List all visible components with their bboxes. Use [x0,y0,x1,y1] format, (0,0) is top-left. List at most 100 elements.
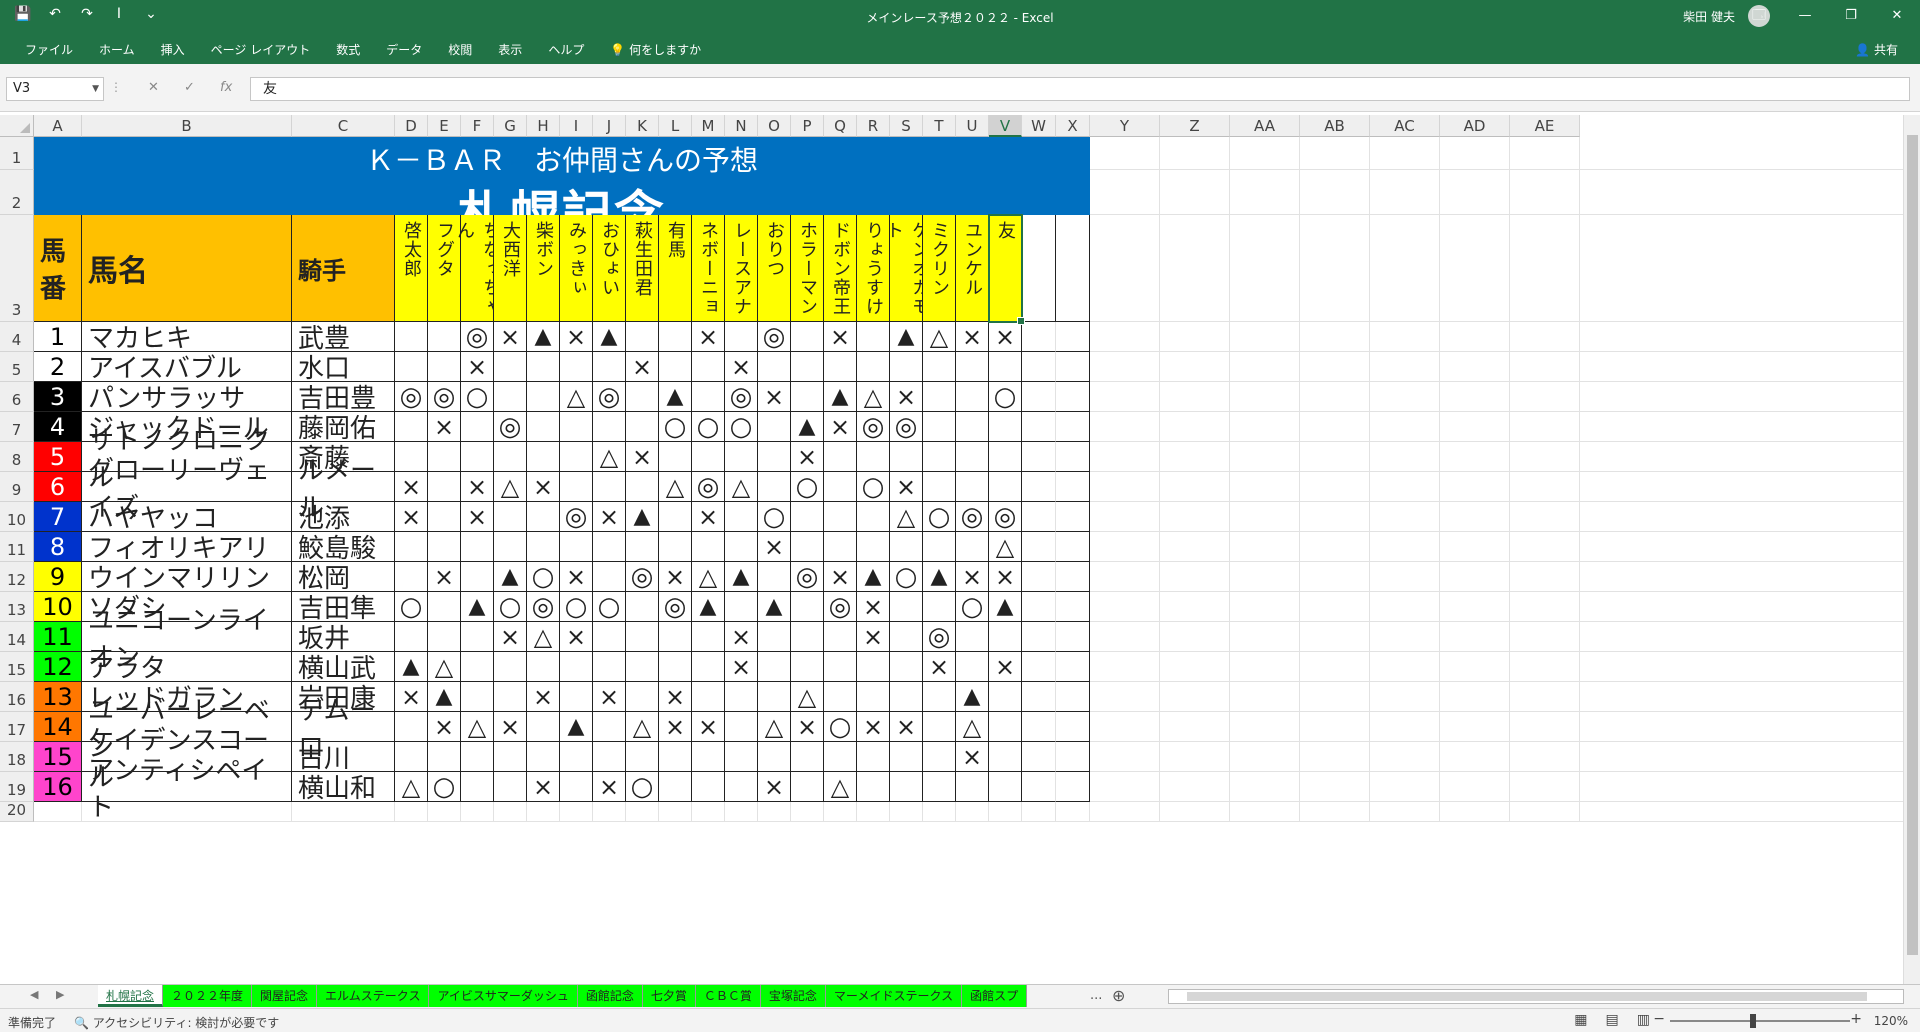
predictor-header[interactable]: ドボン帝王 [824,215,857,322]
empty-cell[interactable] [1022,742,1056,772]
column-header-X[interactable]: X [1056,115,1090,137]
prediction-mark[interactable]: × [857,622,890,652]
prediction-mark[interactable]: × [494,622,527,652]
sheet-tab[interactable]: 函館記念 [577,985,643,1007]
prediction-mark[interactable] [923,712,956,742]
empty-cell[interactable] [1056,442,1090,472]
prediction-mark[interactable]: ▲ [989,592,1022,622]
prediction-mark[interactable] [857,502,890,532]
prediction-mark[interactable]: ○ [593,592,626,622]
column-header-AD[interactable]: AD [1440,115,1510,137]
prediction-mark[interactable]: ▲ [659,382,692,412]
prediction-mark[interactable] [791,652,824,682]
horse-number[interactable]: 12 [34,652,82,682]
prediction-mark[interactable] [890,352,923,382]
prediction-mark[interactable]: × [395,502,428,532]
prediction-mark[interactable] [428,352,461,382]
prediction-mark[interactable] [593,562,626,592]
prediction-mark[interactable] [560,472,593,502]
prediction-mark[interactable]: × [428,712,461,742]
predictor-header[interactable]: 友 [989,215,1022,322]
sheet-tab[interactable]: 七夕賞 [642,985,696,1007]
prediction-mark[interactable]: × [791,442,824,472]
predictor-header[interactable]: 柴ボン [527,215,560,322]
zoom-in-button[interactable]: + [1850,1011,1862,1027]
predictor-header[interactable]: みっきぃ [560,215,593,322]
prediction-mark[interactable]: × [890,712,923,742]
prediction-mark[interactable] [494,442,527,472]
prediction-mark[interactable] [989,712,1022,742]
prediction-mark[interactable]: △ [758,712,791,742]
prediction-mark[interactable]: △ [923,322,956,352]
empty-cell[interactable] [1056,712,1090,742]
ribbon-tab-2[interactable]: 挿入 [148,41,198,58]
row-header-10[interactable]: 10 [0,502,34,532]
empty-cell[interactable] [1022,352,1056,382]
scroll-thumb[interactable] [1907,135,1918,955]
prediction-mark[interactable] [527,442,560,472]
prediction-mark[interactable]: ▲ [725,562,758,592]
prediction-mark[interactable]: × [395,682,428,712]
prediction-mark[interactable] [956,352,989,382]
prediction-mark[interactable] [593,712,626,742]
prediction-mark[interactable] [923,472,956,502]
column-header-N[interactable]: N [725,115,758,137]
prediction-mark[interactable]: × [626,442,659,472]
empty-cell[interactable] [1056,412,1090,442]
prediction-mark[interactable]: △ [593,442,626,472]
prediction-mark[interactable] [758,652,791,682]
prediction-mark[interactable] [494,382,527,412]
prediction-mark[interactable]: ▲ [758,592,791,622]
prediction-mark[interactable] [857,322,890,352]
prediction-mark[interactable] [461,442,494,472]
prediction-mark[interactable] [395,562,428,592]
prediction-mark[interactable] [989,442,1022,472]
prediction-mark[interactable] [890,622,923,652]
prediction-mark[interactable] [824,742,857,772]
prediction-mark[interactable] [725,502,758,532]
prediction-mark[interactable] [494,352,527,382]
prediction-mark[interactable]: × [692,712,725,742]
prediction-mark[interactable]: ○ [659,412,692,442]
prediction-mark[interactable]: ○ [725,412,758,442]
row-header-9[interactable]: 9 [0,472,34,502]
prediction-mark[interactable] [494,502,527,532]
prediction-mark[interactable]: × [791,712,824,742]
horse-number[interactable]: 10 [34,592,82,622]
prediction-mark[interactable]: × [659,712,692,742]
prediction-mark[interactable]: × [956,562,989,592]
prediction-mark[interactable]: ○ [527,562,560,592]
prediction-mark[interactable] [890,592,923,622]
prediction-mark[interactable]: × [824,562,857,592]
prediction-mark[interactable] [560,442,593,472]
prediction-mark[interactable]: △ [395,772,428,802]
prediction-mark[interactable]: ◎ [560,502,593,532]
header-kishu[interactable]: 騎手 [292,215,395,322]
prediction-mark[interactable] [758,412,791,442]
column-header-AC[interactable]: AC [1370,115,1440,137]
prediction-mark[interactable] [923,592,956,622]
horse-number[interactable]: 6 [34,472,82,502]
prediction-mark[interactable] [428,742,461,772]
prediction-mark[interactable]: ◎ [857,412,890,442]
prediction-mark[interactable] [692,442,725,472]
prediction-mark[interactable] [659,502,692,532]
select-all-corner[interactable] [0,115,34,137]
prediction-mark[interactable] [395,442,428,472]
prediction-mark[interactable] [461,562,494,592]
ribbon-tab-4[interactable]: 数式 [323,41,373,58]
prediction-mark[interactable] [824,502,857,532]
prediction-mark[interactable]: × [560,562,593,592]
prediction-mark[interactable]: ▲ [791,412,824,442]
prediction-mark[interactable] [791,322,824,352]
chevron-down-icon[interactable]: ▼ [92,78,99,100]
horse-number[interactable]: 5 [34,442,82,472]
prediction-mark[interactable] [692,622,725,652]
column-header-D[interactable]: D [395,115,428,137]
column-header-O[interactable]: O [758,115,791,137]
horse-number[interactable]: 9 [34,562,82,592]
empty-cell[interactable] [1056,472,1090,502]
predictor-header[interactable]: 大西洋 [494,215,527,322]
prediction-mark[interactable] [956,772,989,802]
prediction-mark[interactable] [494,652,527,682]
